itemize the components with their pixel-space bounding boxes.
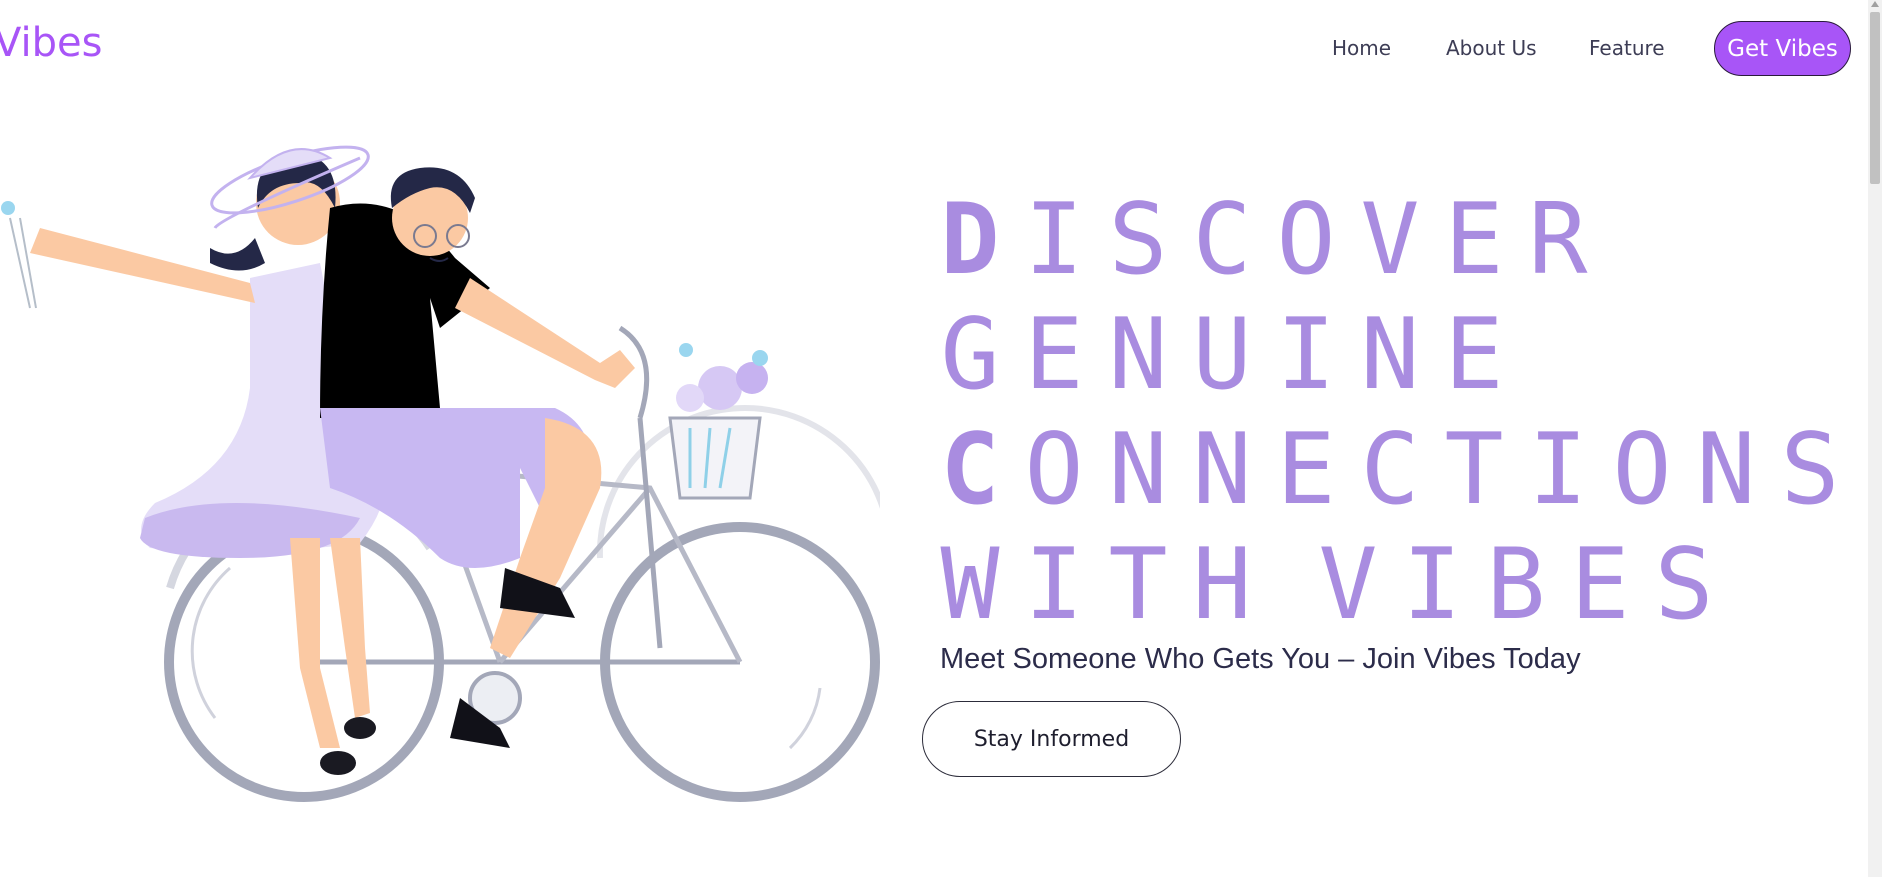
headline-glyph: E — [1276, 413, 1336, 527]
headline-glyph: N — [1108, 413, 1168, 527]
headline-glyph: G — [940, 298, 1000, 412]
headline-glyph: C — [1360, 413, 1420, 527]
headline-glyph: I — [1528, 413, 1588, 527]
hero-headline: D I S C O V E R G E N U I N E C O N N E … — [928, 174, 1852, 634]
brand-logo[interactable]: Vibes — [0, 20, 102, 66]
headline-glyph: V — [1360, 183, 1420, 297]
headline-glyph: H — [1192, 528, 1252, 642]
headline-glyph: C — [940, 413, 1000, 527]
headline-line-1: D I S C O V E R — [928, 174, 1852, 289]
headline-glyph: S — [1108, 183, 1168, 297]
nav-about-link[interactable]: About Us — [1446, 36, 1537, 60]
headline-glyph: E — [1444, 183, 1504, 297]
headline-glyph: I — [1276, 298, 1336, 412]
nav-home-link[interactable]: Home — [1332, 36, 1391, 60]
headline-glyph: N — [1360, 298, 1420, 412]
headline-line-4: W I T H V I B E S — [928, 519, 1852, 634]
headline-glyph: E — [1570, 528, 1630, 642]
headline-glyph: U — [1192, 298, 1252, 412]
headline-glyph: O — [1612, 413, 1672, 527]
headline-line-2: G E N U I N E — [928, 289, 1852, 404]
page-scrollbar[interactable] — [1868, 0, 1882, 877]
stay-informed-button[interactable]: Stay Informed — [922, 701, 1181, 777]
headline-glyph: E — [1444, 298, 1504, 412]
nav-feature-link[interactable]: Feature — [1589, 36, 1665, 60]
headline-glyph: V — [1318, 528, 1378, 642]
headline-glyph: O — [1024, 413, 1084, 527]
headline-glyph: D — [940, 183, 1000, 297]
headline-glyph: C — [1192, 183, 1252, 297]
headline-glyph: B — [1486, 528, 1546, 642]
headline-glyph: S — [1654, 528, 1714, 642]
headline-glyph: I — [1024, 183, 1084, 297]
headline-glyph: S — [1780, 413, 1840, 527]
headline-glyph: T — [1108, 528, 1168, 642]
scrollbar-thumb[interactable] — [1870, 12, 1880, 184]
headline-glyph: N — [1192, 413, 1252, 527]
get-vibes-button[interactable]: Get Vibes — [1714, 21, 1851, 76]
headline-glyph: N — [1696, 413, 1756, 527]
headline-glyph: R — [1528, 183, 1588, 297]
headline-glyph: O — [1276, 183, 1336, 297]
headline-glyph: W — [940, 528, 1000, 642]
headline-glyph: T — [1444, 413, 1504, 527]
couple-on-bicycle-illustration — [1, 145, 880, 802]
hero-tagline: Meet Someone Who Gets You – Join Vibes T… — [940, 643, 1581, 675]
headline-glyph: E — [1024, 298, 1084, 412]
headline-glyph: I — [1402, 528, 1462, 642]
scroll-up-arrow-icon[interactable] — [1871, 1, 1879, 7]
headline-line-3: C O N N E C T I O N S — [928, 404, 1852, 519]
headline-glyph: N — [1108, 298, 1168, 412]
headline-glyph: I — [1024, 528, 1084, 642]
